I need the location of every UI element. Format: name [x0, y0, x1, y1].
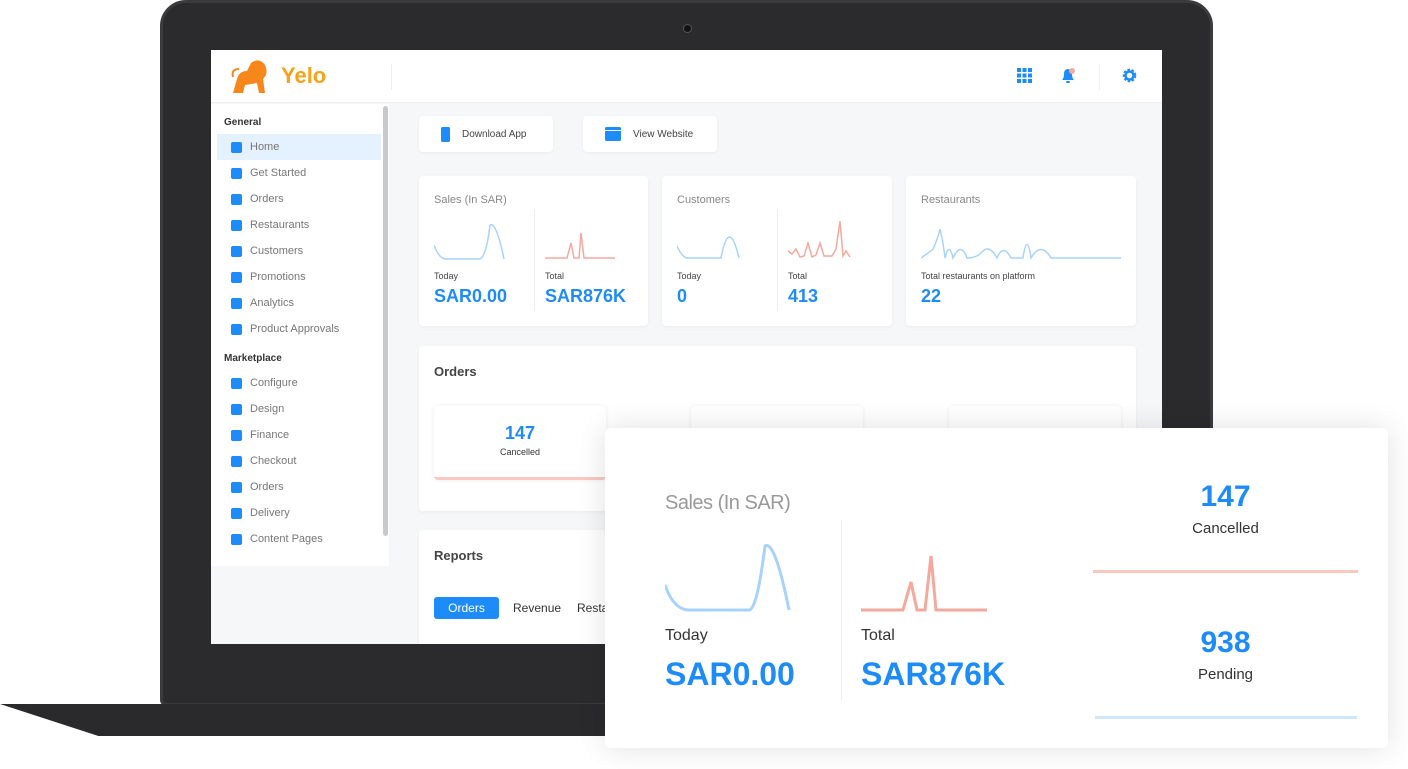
sidebar-item-configure[interactable]: Configure	[217, 370, 381, 396]
home-icon	[231, 141, 242, 153]
sidebar-item-customers[interactable]: Customers	[217, 238, 381, 264]
chart-icon	[231, 297, 242, 309]
divider	[841, 520, 842, 700]
sidebar-item-label: Finance	[250, 429, 290, 441]
money-bag-icon	[231, 429, 242, 441]
restaurants-sparkline	[921, 228, 1121, 261]
sidebar-item-label: Delivery	[250, 507, 290, 519]
popup-total-sparkline	[861, 555, 987, 612]
divider	[1099, 64, 1100, 90]
section-general: General	[224, 117, 262, 128]
logo[interactable]: Yelo	[229, 57, 326, 95]
lighthouse-icon	[231, 167, 242, 179]
divider	[391, 64, 392, 90]
sidebar-item-content-pages[interactable]: Content Pages	[217, 526, 381, 552]
customers-today-sparkline	[677, 236, 740, 259]
sidebar-item-orders[interactable]: Orders	[217, 474, 381, 500]
sidebar-item-label: Get Started	[250, 167, 307, 179]
download-app-button[interactable]: Download App	[419, 116, 553, 152]
pending-bar	[1095, 716, 1357, 719]
bell-icon[interactable]	[1060, 67, 1076, 84]
popup-today-sparkline	[665, 544, 791, 612]
grid-icon[interactable]	[1017, 68, 1032, 83]
report-tab-restaurants[interactable]: Resta	[577, 601, 608, 615]
sidebar-item-label: Analytics	[250, 297, 295, 309]
brand-name: Yelo	[281, 63, 327, 88]
section-marketplace: Marketplace	[224, 353, 282, 364]
sidebar-item-label: Customers	[250, 245, 304, 257]
phone-icon	[441, 126, 450, 142]
sidebar-item-checkout[interactable]: Checkout	[217, 448, 381, 474]
lion-logo-icon	[231, 60, 267, 93]
store-icon	[231, 219, 242, 231]
cog-icon	[231, 377, 242, 389]
popup-pending-stat[interactable]: 938 Pending	[1093, 626, 1358, 683]
sidebar-item-finance[interactable]: Finance	[217, 422, 381, 448]
sidebar-item-label: Content Pages	[250, 533, 323, 545]
sales-today-sparkline	[434, 223, 505, 260]
sidebar-item-label: Checkout	[250, 455, 297, 467]
wand-icon	[231, 403, 242, 415]
sidebar-item-get-started[interactable]: Get Started	[217, 160, 381, 186]
cancelled-bar	[1093, 570, 1358, 573]
top-bar: Yelo	[211, 50, 1162, 103]
megaphone-icon	[231, 271, 242, 283]
sidebar-item-label: Design	[250, 403, 285, 415]
sidebar-item-design[interactable]: Design	[217, 396, 381, 422]
sidebar-scrollbar[interactable]	[383, 106, 388, 536]
cancelled-orders-tile[interactable]: 147 Cancelled	[434, 406, 606, 480]
browser-icon	[605, 127, 621, 141]
cart-icon	[231, 455, 242, 467]
restaurants-card[interactable]: Restaurants Total restaurants on platfor…	[906, 176, 1136, 326]
webcam	[683, 24, 692, 33]
sidebar-item-label: Home	[250, 141, 280, 153]
user-icon	[231, 245, 242, 257]
sidebar-item-label: Promotions	[250, 271, 306, 283]
code-page-icon	[231, 533, 242, 545]
sidebar-item-label: Restaurants	[250, 219, 310, 231]
sidebar-item-label: Product Approvals	[250, 323, 340, 335]
sidebar-item-home[interactable]: Home	[217, 134, 381, 160]
sidebar-item-promotions[interactable]: Promotions	[217, 264, 381, 290]
divider	[534, 209, 535, 311]
sidebar-item-product-approvals[interactable]: Product Approvals	[217, 316, 381, 342]
sales-card[interactable]: Sales (In SAR) Today Total SAR0.00 SAR87…	[419, 176, 648, 326]
flow-icon	[231, 481, 242, 493]
sidebar-item-delivery[interactable]: Delivery	[217, 500, 381, 526]
report-tab-revenue[interactable]: Revenue	[513, 601, 561, 615]
report-tab-orders[interactable]: Orders	[434, 597, 499, 619]
sidebar-item-label: Configure	[250, 377, 298, 389]
sales-total-sparkline	[545, 232, 615, 259]
list-icon	[231, 193, 242, 205]
customers-total-sparkline	[788, 221, 851, 259]
sidebar-item-label: Orders	[250, 193, 284, 205]
sidebar-item-restaurants[interactable]: Restaurants	[217, 212, 381, 238]
sidebar-item-orders[interactable]: Orders	[217, 186, 381, 212]
sales-popup-card: Sales (In SAR) Today Total SAR0.00 SAR87…	[605, 428, 1388, 748]
document-check-icon	[231, 323, 242, 335]
popup-cancelled-stat[interactable]: 147 Cancelled	[1093, 480, 1358, 537]
gear-icon[interactable]	[1122, 68, 1137, 83]
box-icon	[231, 507, 242, 519]
sidebar: General Home Get Started Orders Restaurants…	[211, 104, 389, 566]
customers-card[interactable]: Customers Today Total 0 413	[662, 176, 892, 326]
divider	[777, 209, 778, 311]
view-website-button[interactable]: View Website	[583, 116, 717, 152]
sidebar-item-label: Orders	[250, 481, 284, 493]
sidebar-item-analytics[interactable]: Analytics	[217, 290, 381, 316]
